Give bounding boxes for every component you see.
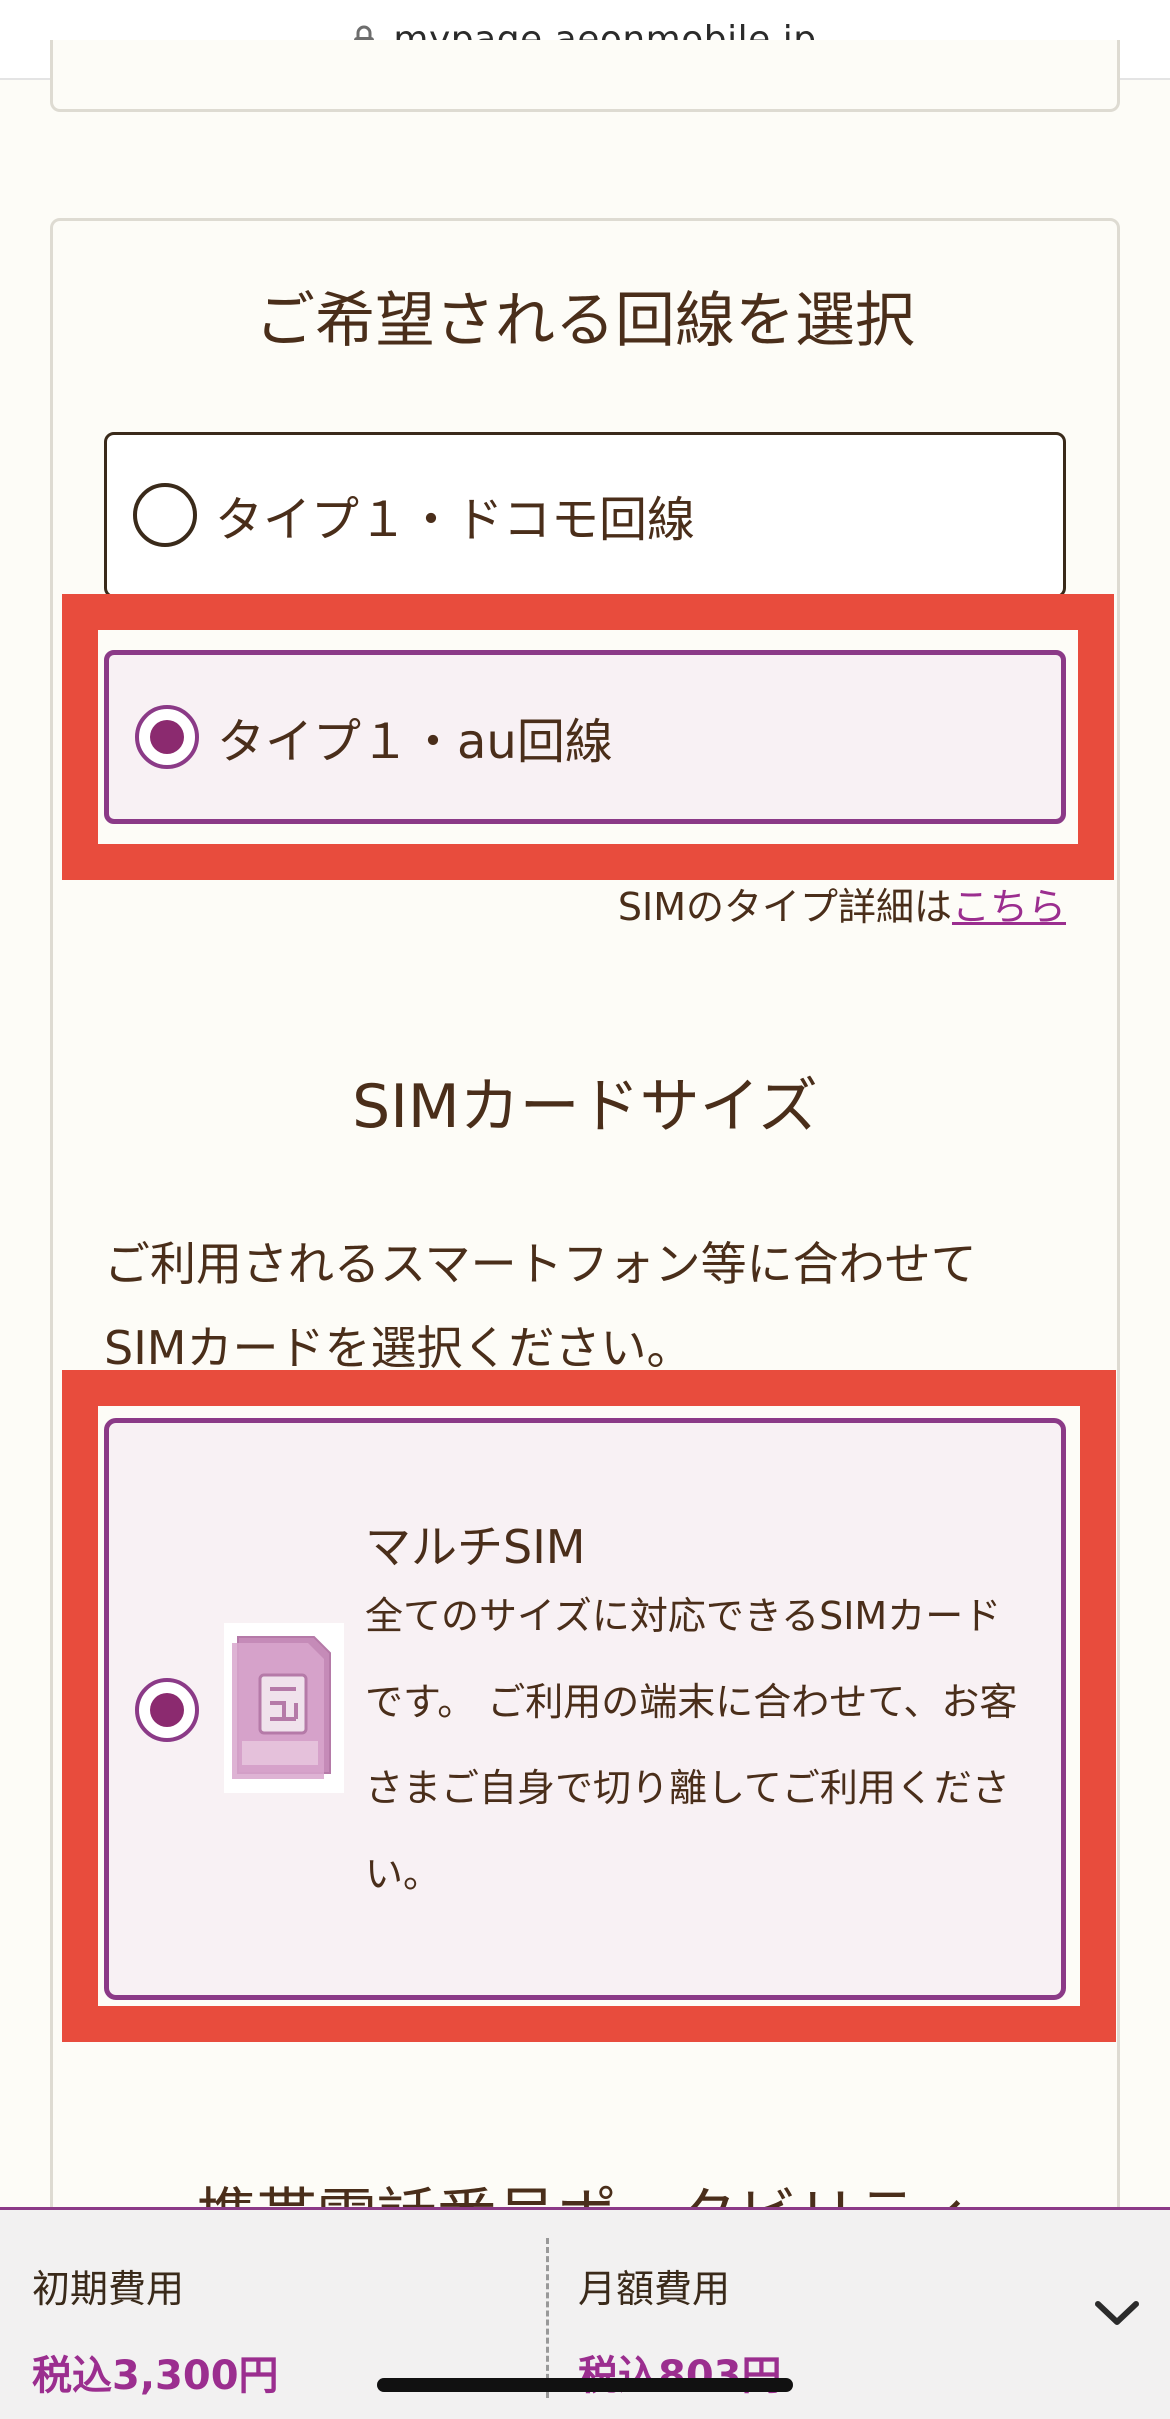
sim-card-icon [224, 1623, 344, 1793]
line-option-docomo[interactable]: タイプ１・ドコモ回線 [104, 432, 1066, 598]
sim-option-description: 全てのサイズに対応できるSIMカード です。 ご利用の端末に合わせて、お客 さま… [365, 1573, 1055, 1917]
sim-section-description: ご利用されるスマートフォン等に合わせて SIMカードを選択ください。 [104, 1222, 1064, 1390]
sim-text-line: です。 ご利用の端末に合わせて、お客 [365, 1680, 1018, 1724]
previous-card [50, 40, 1120, 112]
chevron-down-icon[interactable] [1094, 2298, 1140, 2330]
sim-text-line: 全てのサイズに対応できるSIMカード [365, 1594, 1002, 1638]
sim-text-line: さまご自身で切り離してご利用くださ [365, 1766, 1010, 1810]
sim-type-detail-text: SIMのタイプ詳細は [617, 885, 952, 929]
sim-text-line: い。 [365, 1852, 442, 1896]
radio-selected[interactable] [135, 1678, 199, 1742]
radio-selected[interactable] [135, 705, 199, 769]
monthly-fee-value: 税込803円 [578, 2353, 782, 2399]
line-section-title: ご希望される回線を選択 [255, 286, 915, 356]
initial-fee-label: 初期費用 [32, 2267, 185, 2311]
sim-type-detail: SIMのタイプ詳細はこちら [618, 876, 1066, 931]
footer-divider [546, 2238, 549, 2398]
initial-fee: 初期費用 税込3,300円 [32, 2258, 279, 2401]
monthly-fee-label: 月額費用 [578, 2267, 731, 2311]
line-option-label: タイプ１・ドコモ回線 [215, 492, 696, 548]
sim-section-title: SIMカードサイズ [352, 1072, 818, 1142]
sim-option-title: マルチSIM [365, 1520, 586, 1574]
sim-option-multi[interactable]: マルチSIM 全てのサイズに対応できるSIMカード です。 ご利用の端末に合わせ… [104, 1418, 1066, 2000]
home-indicator [377, 2378, 793, 2392]
initial-fee-value: 税込3,300円 [32, 2353, 279, 2399]
line-option-label: タイプ１・au回線 [217, 714, 613, 770]
radio-unselected[interactable] [133, 483, 197, 547]
description-line: ご利用されるスマートフォン等に合わせて [104, 1237, 977, 1291]
line-option-au[interactable]: タイプ１・au回線 [104, 650, 1066, 824]
sim-type-detail-link[interactable]: こちら [952, 885, 1066, 929]
